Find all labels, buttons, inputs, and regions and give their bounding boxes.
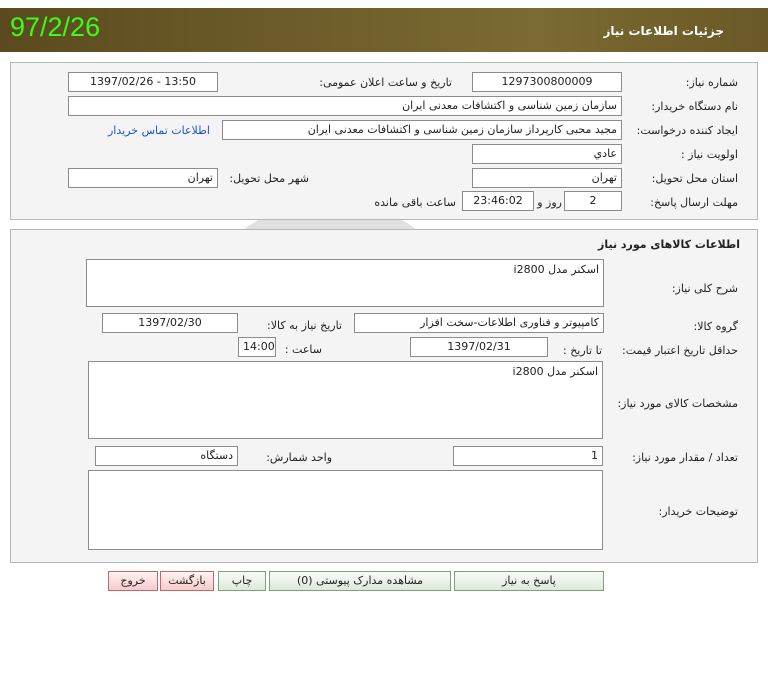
date-badge: 97/2/26 [10,12,101,42]
print-button[interactable]: چاپ [218,571,266,591]
goods-spec-label: مشخصات کالای مورد نیاز: [617,397,738,410]
goods-group-label: گروه کالا: [693,320,738,333]
exit-button[interactable]: خروج [108,571,158,591]
unit-label: واحد شمارش: [266,451,332,464]
deadline-time-field[interactable]: 23:46:02 [462,191,534,211]
need-date-label: تاریخ نیاز به کالا: [267,319,342,332]
announce-date-field[interactable]: 1397/02/26 - 13:50 [68,72,218,92]
general-desc-textarea[interactable]: اسکنر مدل i2800 [86,259,604,307]
quantity-label: تعداد / مقدار مورد نیاز: [632,451,738,464]
deadline-days-field[interactable]: 2 [564,191,622,211]
hour-field[interactable]: 14:00 [238,337,276,357]
requester-label: ایجاد کننده درخواست: [636,124,738,137]
need-number-label: شماره نیاز: [685,76,738,89]
unit-field[interactable]: دستگاه [95,446,238,466]
respond-button[interactable]: پاسخ به نیاز [454,571,604,591]
province-label: استان محل تحویل: [651,172,738,185]
until-date-label: تا تاریخ : [563,344,602,357]
buyer-contact-link[interactable]: اطلاعات تماس خریدار [108,124,210,137]
need-number-field[interactable]: 1297300800009 [472,72,622,92]
priority-label: اولویت نیاز : [680,148,738,161]
buyer-notes-label: توضیحات خریدار: [658,505,739,518]
requester-field[interactable]: مجید محبی کارپرداز سازمان زمین شناسی و ا… [222,120,622,140]
announce-date-label: تاریخ و ساعت اعلان عمومی: [319,76,452,89]
city-label: شهر محل تحویل: [229,172,309,185]
buyer-org-label: نام دستگاه خریدار: [651,100,738,113]
back-button[interactable]: بازگشت [160,571,214,591]
buyer-org-field[interactable]: سازمان زمین شناسی و اکتشافات معدنی ایران [68,96,622,116]
goods-section-title: اطلاعات کالاهای مورد نیاز [598,238,740,251]
until-date-field[interactable]: 1397/02/31 [410,337,548,357]
city-field[interactable]: تهران [68,168,218,188]
goods-group-field[interactable]: کامپیوتر و فناوری اطلاعات-سخت افزار [354,313,604,333]
days-and-label: روز و [537,196,562,209]
hour-label: ساعت : [284,343,322,356]
page-title: جزئیات اطلاعات نیاز [603,24,724,38]
deadline-label: مهلت ارسال پاسخ: [650,196,738,209]
general-desc-label: شرح کلی نیاز: [671,282,738,295]
price-validity-label: حداقل تاریخ اعتبار قیمت: [622,344,738,357]
need-date-field[interactable]: 1397/02/30 [102,313,238,333]
quantity-field[interactable]: 1 [453,446,603,466]
buyer-notes-textarea[interactable] [88,470,603,550]
remaining-time-label: ساعت باقی مانده [374,196,456,209]
goods-spec-textarea[interactable]: اسکنر مدل i2800 [88,361,603,439]
priority-field[interactable]: عادي [472,144,622,164]
attachments-button[interactable]: مشاهده مدارک پیوستی (0) [269,571,451,591]
province-field[interactable]: تهران [472,168,622,188]
